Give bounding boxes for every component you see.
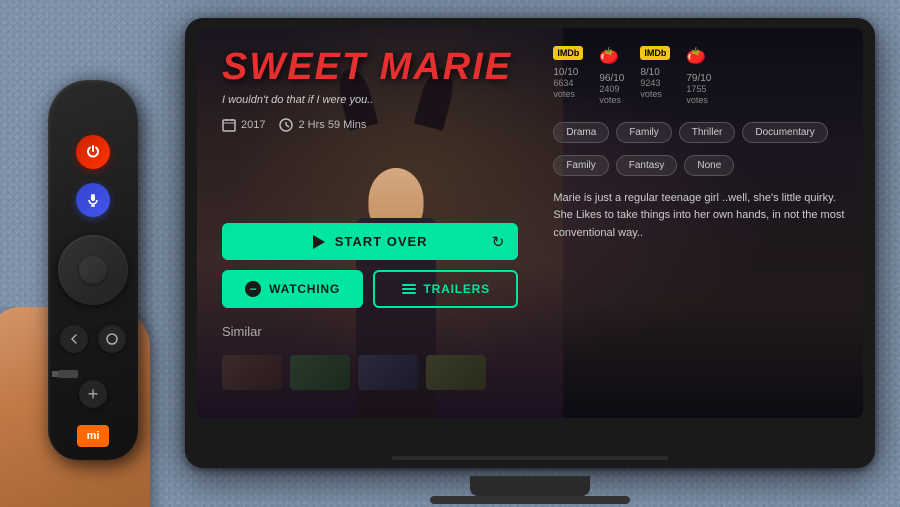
rating-score-1: 10/10 bbox=[553, 63, 578, 78]
back-icon bbox=[68, 333, 80, 345]
refresh-icon: ↻ bbox=[492, 233, 505, 251]
rating-votes-1: 6634votes bbox=[553, 78, 575, 100]
rating-badge-4: 🍅 bbox=[686, 46, 706, 66]
rating-score-3: 8/10 bbox=[640, 63, 659, 78]
genre-drama[interactable]: Drama bbox=[553, 122, 609, 143]
genre-thriller[interactable]: Thriller bbox=[679, 122, 736, 143]
genres-row-2: Family Fantasy None bbox=[553, 155, 845, 176]
mic-icon bbox=[85, 192, 101, 208]
scene: SWEET MARIE I wouldn't do that if I were… bbox=[0, 0, 900, 507]
rating-votes-3: 9243votes bbox=[640, 78, 662, 100]
similar-thumb-4[interactable] bbox=[426, 355, 486, 390]
rating-block-2: 🍅 96/10 2409votes bbox=[599, 46, 624, 106]
dpad[interactable] bbox=[58, 235, 128, 305]
movie-meta: 2017 2 Hrs 59 Mins bbox=[222, 118, 518, 132]
rating-block-1: IMDb 10/10 6634votes bbox=[553, 46, 583, 106]
right-panel: IMDb 10/10 6634votes 🍅 bbox=[543, 28, 863, 418]
duration-meta: 2 Hrs 59 Mins bbox=[279, 118, 366, 132]
trailers-button[interactable]: TRAILERS bbox=[373, 270, 518, 308]
similar-label: Similar bbox=[222, 324, 518, 339]
bottom-nav-buttons bbox=[60, 325, 126, 353]
movie-tagline: I wouldn't do that if I were you.. bbox=[222, 94, 518, 106]
watching-label: WATCHING bbox=[269, 282, 340, 296]
score-value-2: 96 bbox=[599, 73, 610, 84]
trailers-label: TRAILERS bbox=[424, 282, 490, 296]
imdb-badge-2: IMDb bbox=[640, 46, 670, 60]
genre-documentary[interactable]: Documentary bbox=[742, 122, 827, 143]
watching-button[interactable]: − WATCHING bbox=[222, 270, 363, 308]
list-icon bbox=[402, 284, 416, 294]
calendar-icon bbox=[222, 118, 236, 132]
similar-thumb-2[interactable] bbox=[290, 355, 350, 390]
duration-value: 2 Hrs 59 Mins bbox=[298, 119, 366, 131]
plus-button[interactable]: + bbox=[79, 380, 107, 408]
tv-bottom-strip bbox=[392, 456, 668, 460]
genre-fantasy[interactable]: Fantasy bbox=[616, 155, 678, 176]
rating-badge-1: IMDb bbox=[553, 46, 583, 60]
rating-badge-3: IMDb bbox=[640, 46, 670, 60]
remote-control: + mi bbox=[28, 60, 173, 480]
button-row-2: − WATCHING TRAILERS bbox=[222, 270, 518, 308]
rating-score-4: 79/10 bbox=[686, 69, 711, 84]
tomato-icon-2: 🍅 bbox=[686, 46, 706, 66]
tv-outer: SWEET MARIE I wouldn't do that if I were… bbox=[185, 18, 875, 468]
power-button[interactable] bbox=[76, 135, 110, 169]
mic-button[interactable] bbox=[76, 183, 110, 217]
mi-label: mi bbox=[87, 430, 100, 442]
similar-thumb-1[interactable] bbox=[222, 355, 282, 390]
dpad-center[interactable] bbox=[79, 256, 107, 284]
tv-stand bbox=[470, 476, 590, 496]
start-over-label: START OVER bbox=[335, 234, 428, 249]
rating-score-2: 96/10 bbox=[599, 69, 624, 84]
play-icon bbox=[313, 235, 325, 249]
movie-title: SWEET MARIE bbox=[222, 48, 518, 86]
clock-icon bbox=[279, 118, 293, 132]
rating-badge-2: 🍅 bbox=[599, 46, 619, 66]
score-value-1: 10 bbox=[553, 67, 564, 78]
imdb-badge-1: IMDb bbox=[553, 46, 583, 60]
similar-thumb-3[interactable] bbox=[358, 355, 418, 390]
genre-none[interactable]: None bbox=[684, 155, 734, 176]
genre-family-2[interactable]: Family bbox=[553, 155, 608, 176]
mi-logo: mi bbox=[77, 425, 109, 447]
similar-row bbox=[222, 355, 518, 390]
start-over-button[interactable]: START OVER ↻ bbox=[222, 223, 518, 260]
rating-block-3: IMDb 8/10 9243votes bbox=[640, 46, 670, 106]
year-value: 2017 bbox=[241, 119, 265, 131]
back-button[interactable] bbox=[60, 325, 88, 353]
movie-description: Marie is just a regular teenage girl ..w… bbox=[553, 190, 845, 400]
tv-screen: SWEET MARIE I wouldn't do that if I were… bbox=[197, 28, 863, 418]
ratings-row: IMDb 10/10 6634votes 🍅 bbox=[553, 46, 845, 106]
home-button[interactable] bbox=[98, 325, 126, 353]
remote-body: + mi bbox=[48, 80, 138, 460]
rating-votes-4: 1755votes bbox=[686, 84, 708, 106]
score-value-4: 79 bbox=[686, 73, 697, 84]
buttons-area: START OVER ↻ − WATCHING bbox=[222, 223, 518, 390]
screen-content: SWEET MARIE I wouldn't do that if I were… bbox=[197, 28, 863, 418]
minus-icon: − bbox=[245, 281, 261, 297]
rating-votes-2: 2409votes bbox=[599, 84, 621, 106]
genre-family[interactable]: Family bbox=[616, 122, 671, 143]
usb-dongle bbox=[58, 370, 78, 378]
home-icon bbox=[106, 333, 118, 345]
genres-row-1: Drama Family Thriller Documentary bbox=[553, 122, 845, 143]
rating-block-4: 🍅 79/10 1755votes bbox=[686, 46, 711, 106]
power-icon bbox=[85, 144, 101, 160]
year-meta: 2017 bbox=[222, 118, 265, 132]
left-panel: SWEET MARIE I wouldn't do that if I were… bbox=[197, 28, 543, 418]
tomato-icon-1: 🍅 bbox=[599, 46, 619, 66]
